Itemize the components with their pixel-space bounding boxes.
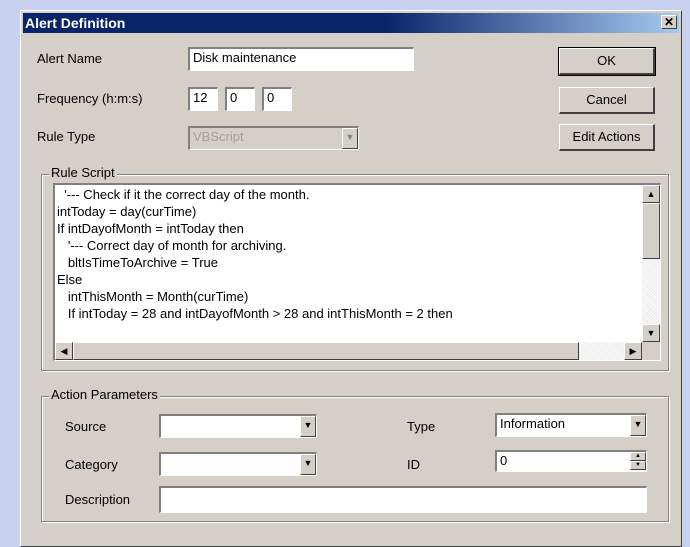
- ok-button[interactable]: OK: [558, 47, 656, 76]
- scroll-left-icon[interactable]: ◀: [55, 342, 73, 360]
- rule-script-editor[interactable]: '--- Check if it the correct day of the …: [53, 183, 661, 361]
- cancel-button[interactable]: Cancel: [559, 87, 655, 114]
- chevron-down-icon[interactable]: ▼: [300, 416, 316, 437]
- title-bar[interactable]: Alert Definition ✕: [23, 13, 679, 33]
- description-label: Description: [65, 492, 131, 507]
- frequency-hours-input[interactable]: 12: [188, 87, 218, 111]
- script-line: '--- Check if it the correct day of the …: [57, 187, 310, 202]
- source-select[interactable]: ▼: [159, 414, 317, 438]
- spin-down-icon[interactable]: ▼: [630, 461, 646, 470]
- script-line: Else: [57, 272, 83, 287]
- chevron-down-icon[interactable]: ▼: [300, 454, 316, 475]
- frequency-label: Frequency (h:m:s): [37, 91, 143, 106]
- chevron-down-icon[interactable]: ▼: [630, 415, 646, 436]
- hscroll-thumb[interactable]: [73, 342, 579, 360]
- category-select[interactable]: ▼: [159, 452, 317, 476]
- script-line: intToday = day(curTime): [57, 204, 197, 219]
- scroll-thumb[interactable]: [642, 203, 660, 259]
- action-parameters-title: Action Parameters: [49, 387, 160, 402]
- chevron-down-icon: ▼: [342, 128, 358, 149]
- edit-actions-button[interactable]: Edit Actions: [559, 124, 655, 151]
- scroll-down-icon[interactable]: ▼: [642, 324, 660, 342]
- alert-name-input[interactable]: Disk maintenance: [188, 47, 414, 71]
- script-line: If intDayofMonth = intToday then: [57, 221, 244, 236]
- category-label: Category: [65, 457, 118, 472]
- type-select[interactable]: Information ▼: [495, 413, 647, 437]
- frequency-seconds-input[interactable]: 0: [262, 87, 292, 111]
- script-line: intThisMonth = Month(curTime): [57, 289, 249, 304]
- window-title: Alert Definition: [25, 15, 126, 31]
- script-line: If intToday = 28 and intDayofMonth > 28 …: [57, 306, 453, 321]
- horizontal-scrollbar[interactable]: ◀ ▶: [55, 342, 642, 360]
- rule-type-select: VBScript ▼: [188, 126, 359, 150]
- vertical-scrollbar[interactable]: ▲ ▼: [642, 185, 660, 342]
- alert-name-label: Alert Name: [37, 51, 103, 66]
- frequency-minutes-input[interactable]: 0: [225, 87, 255, 111]
- type-value: Information: [500, 416, 566, 431]
- script-line: bltIsTimeToArchive = True: [57, 255, 218, 270]
- spin-up-icon[interactable]: ▲: [630, 452, 646, 461]
- source-label: Source: [65, 419, 107, 434]
- scroll-up-icon[interactable]: ▲: [642, 185, 660, 203]
- rule-type-value: VBScript: [193, 129, 244, 144]
- alert-definition-dialog: Alert Definition ✕ Alert Name Disk maint…: [20, 10, 682, 547]
- type-label: Type: [407, 419, 436, 434]
- script-line: '--- Correct day of month for archiving.: [57, 238, 287, 253]
- id-value: 0: [500, 453, 508, 468]
- scroll-corner: [642, 342, 660, 360]
- description-input[interactable]: [159, 486, 647, 513]
- scroll-right-icon[interactable]: ▶: [624, 342, 642, 360]
- id-spinner[interactable]: 0 ▲ ▼: [495, 450, 647, 472]
- close-button[interactable]: ✕: [661, 15, 677, 29]
- rule-type-label: Rule Type: [37, 129, 96, 144]
- rule-script-title: Rule Script: [49, 165, 117, 180]
- id-label: ID: [407, 457, 420, 472]
- close-icon: ✕: [663, 15, 675, 29]
